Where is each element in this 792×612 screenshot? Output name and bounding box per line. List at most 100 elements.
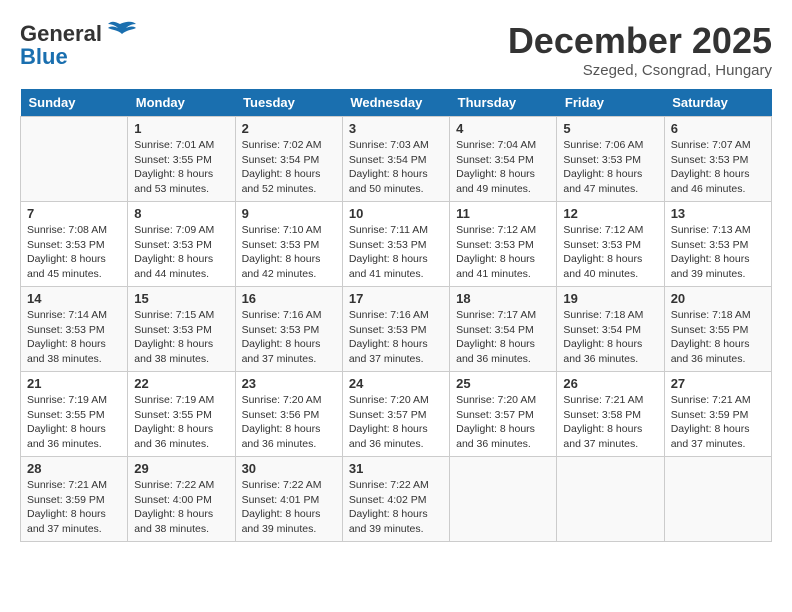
day-info: Sunrise: 7:02 AM Sunset: 3:54 PM Dayligh…: [242, 138, 336, 197]
day-number: 26: [563, 376, 657, 391]
day-number: 9: [242, 206, 336, 221]
day-info: Sunrise: 7:21 AM Sunset: 3:59 PM Dayligh…: [671, 393, 765, 452]
calendar-cell: 30Sunrise: 7:22 AM Sunset: 4:01 PM Dayli…: [235, 457, 342, 542]
logo-blue: Blue: [20, 44, 68, 70]
day-info: Sunrise: 7:18 AM Sunset: 3:55 PM Dayligh…: [671, 308, 765, 367]
day-info: Sunrise: 7:10 AM Sunset: 3:53 PM Dayligh…: [242, 223, 336, 282]
calendar-cell: 14 Sunrise: 7:14 AM Sunset: 3:53 PM Dayli…: [21, 287, 128, 372]
calendar-cell: 27 Sunrise: 7:21 AM Sunset: 3:59 PM Dayli…: [664, 372, 771, 457]
column-header-saturday: Saturday: [664, 89, 771, 117]
calendar-cell: 23 Sunrise: 7:20 AM Sunset: 3:56 PM Dayli…: [235, 372, 342, 457]
calendar-cell: 13 Sunrise: 7:13 AM Sunset: 3:53 PM Dayli…: [664, 202, 771, 287]
column-header-friday: Friday: [557, 89, 664, 117]
day-info: Sunrise: 7:04 AM Sunset: 3:54 PM Dayligh…: [456, 138, 550, 197]
day-number: 23: [242, 376, 336, 391]
day-number: 28: [27, 461, 121, 476]
day-info: Sunrise: 7:19 AM Sunset: 3:55 PM Dayligh…: [134, 393, 228, 452]
calendar-cell: 19 Sunrise: 7:18 AM Sunset: 3:54 PM Dayli…: [557, 287, 664, 372]
day-number: 4: [456, 121, 550, 136]
column-header-thursday: Thursday: [450, 89, 557, 117]
calendar-cell: 29Sunrise: 7:22 AM Sunset: 4:00 PM Dayli…: [128, 457, 235, 542]
calendar-week-5: 28 Sunrise: 7:21 AM Sunset: 3:59 PM Dayli…: [21, 457, 772, 542]
calendar-cell: [557, 457, 664, 542]
column-header-wednesday: Wednesday: [342, 89, 449, 117]
column-header-monday: Monday: [128, 89, 235, 117]
day-info: Sunrise: 7:18 AM Sunset: 3:54 PM Dayligh…: [563, 308, 657, 367]
day-info: Sunrise: 7:20 AM Sunset: 3:57 PM Dayligh…: [456, 393, 550, 452]
day-number: 11: [456, 206, 550, 221]
day-number: 17: [349, 291, 443, 306]
day-number: 30: [242, 461, 336, 476]
day-info: Sunrise: 7:22 AM Sunset: 4:02 PM Dayligh…: [349, 478, 443, 537]
month-title: December 2025: [508, 20, 772, 62]
calendar-cell: 10Sunrise: 7:11 AM Sunset: 3:53 PM Dayli…: [342, 202, 449, 287]
day-info: Sunrise: 7:21 AM Sunset: 3:59 PM Dayligh…: [27, 478, 121, 537]
day-info: Sunrise: 7:07 AM Sunset: 3:53 PM Dayligh…: [671, 138, 765, 197]
day-number: 24: [349, 376, 443, 391]
calendar-cell: 25 Sunrise: 7:20 AM Sunset: 3:57 PM Dayli…: [450, 372, 557, 457]
column-header-sunday: Sunday: [21, 89, 128, 117]
day-number: 27: [671, 376, 765, 391]
calendar-week-3: 14 Sunrise: 7:14 AM Sunset: 3:53 PM Dayli…: [21, 287, 772, 372]
logo: General Blue: [20, 20, 138, 70]
day-number: 22: [134, 376, 228, 391]
day-info: Sunrise: 7:15 AM Sunset: 3:53 PM Dayligh…: [134, 308, 228, 367]
calendar-cell: 16 Sunrise: 7:16 AM Sunset: 3:53 PM Dayli…: [235, 287, 342, 372]
day-number: 20: [671, 291, 765, 306]
logo-bird-icon: [102, 20, 138, 48]
column-header-tuesday: Tuesday: [235, 89, 342, 117]
day-info: Sunrise: 7:03 AM Sunset: 3:54 PM Dayligh…: [349, 138, 443, 197]
day-number: 14: [27, 291, 121, 306]
calendar-cell: 5 Sunrise: 7:06 AM Sunset: 3:53 PM Daylig…: [557, 117, 664, 202]
day-number: 6: [671, 121, 765, 136]
day-number: 25: [456, 376, 550, 391]
calendar-cell: 26Sunrise: 7:21 AM Sunset: 3:58 PM Dayli…: [557, 372, 664, 457]
calendar-cell: 21Sunrise: 7:19 AM Sunset: 3:55 PM Dayli…: [21, 372, 128, 457]
day-number: 19: [563, 291, 657, 306]
page-header: General Blue December 2025 Szeged, Csong…: [20, 20, 772, 79]
calendar-week-1: 1Sunrise: 7:01 AM Sunset: 3:55 PM Daylig…: [21, 117, 772, 202]
location: Szeged, Csongrad, Hungary: [508, 62, 772, 79]
calendar-cell: 22 Sunrise: 7:19 AM Sunset: 3:55 PM Dayli…: [128, 372, 235, 457]
calendar-cell: 9 Sunrise: 7:10 AM Sunset: 3:53 PM Daylig…: [235, 202, 342, 287]
calendar-cell: 4 Sunrise: 7:04 AM Sunset: 3:54 PM Daylig…: [450, 117, 557, 202]
day-number: 5: [563, 121, 657, 136]
calendar-week-4: 21Sunrise: 7:19 AM Sunset: 3:55 PM Dayli…: [21, 372, 772, 457]
day-info: Sunrise: 7:19 AM Sunset: 3:55 PM Dayligh…: [27, 393, 121, 452]
day-info: Sunrise: 7:13 AM Sunset: 3:53 PM Dayligh…: [671, 223, 765, 282]
day-info: Sunrise: 7:12 AM Sunset: 3:53 PM Dayligh…: [456, 223, 550, 282]
calendar-cell: 17 Sunrise: 7:16 AM Sunset: 3:53 PM Dayli…: [342, 287, 449, 372]
calendar-body: 1Sunrise: 7:01 AM Sunset: 3:55 PM Daylig…: [21, 117, 772, 542]
calendar-cell: 3Sunrise: 7:03 AM Sunset: 3:54 PM Daylig…: [342, 117, 449, 202]
calendar-cell: 31Sunrise: 7:22 AM Sunset: 4:02 PM Dayli…: [342, 457, 449, 542]
day-number: 7: [27, 206, 121, 221]
day-number: 13: [671, 206, 765, 221]
calendar-cell: 15 Sunrise: 7:15 AM Sunset: 3:53 PM Dayli…: [128, 287, 235, 372]
calendar-cell: [21, 117, 128, 202]
calendar-cell: [450, 457, 557, 542]
day-info: Sunrise: 7:20 AM Sunset: 3:56 PM Dayligh…: [242, 393, 336, 452]
day-info: Sunrise: 7:16 AM Sunset: 3:53 PM Dayligh…: [242, 308, 336, 367]
day-number: 2: [242, 121, 336, 136]
day-number: 8: [134, 206, 228, 221]
day-number: 16: [242, 291, 336, 306]
calendar-cell: 6 Sunrise: 7:07 AM Sunset: 3:53 PM Daylig…: [664, 117, 771, 202]
calendar-cell: 1Sunrise: 7:01 AM Sunset: 3:55 PM Daylig…: [128, 117, 235, 202]
calendar-cell: 11 Sunrise: 7:12 AM Sunset: 3:53 PM Dayli…: [450, 202, 557, 287]
day-info: Sunrise: 7:16 AM Sunset: 3:53 PM Dayligh…: [349, 308, 443, 367]
day-info: Sunrise: 7:08 AM Sunset: 3:53 PM Dayligh…: [27, 223, 121, 282]
calendar-cell: 18Sunrise: 7:17 AM Sunset: 3:54 PM Dayli…: [450, 287, 557, 372]
calendar-cell: 7 Sunrise: 7:08 AM Sunset: 3:53 PM Daylig…: [21, 202, 128, 287]
day-info: Sunrise: 7:20 AM Sunset: 3:57 PM Dayligh…: [349, 393, 443, 452]
day-info: Sunrise: 7:01 AM Sunset: 3:55 PM Dayligh…: [134, 138, 228, 197]
day-number: 29: [134, 461, 228, 476]
day-info: Sunrise: 7:09 AM Sunset: 3:53 PM Dayligh…: [134, 223, 228, 282]
calendar-table: SundayMondayTuesdayWednesdayThursdayFrid…: [20, 89, 772, 542]
calendar-cell: 28 Sunrise: 7:21 AM Sunset: 3:59 PM Dayli…: [21, 457, 128, 542]
day-info: Sunrise: 7:12 AM Sunset: 3:53 PM Dayligh…: [563, 223, 657, 282]
title-block: December 2025 Szeged, Csongrad, Hungary: [508, 20, 772, 79]
day-number: 15: [134, 291, 228, 306]
day-info: Sunrise: 7:06 AM Sunset: 3:53 PM Dayligh…: [563, 138, 657, 197]
day-info: Sunrise: 7:14 AM Sunset: 3:53 PM Dayligh…: [27, 308, 121, 367]
calendar-cell: 20 Sunrise: 7:18 AM Sunset: 3:55 PM Dayli…: [664, 287, 771, 372]
